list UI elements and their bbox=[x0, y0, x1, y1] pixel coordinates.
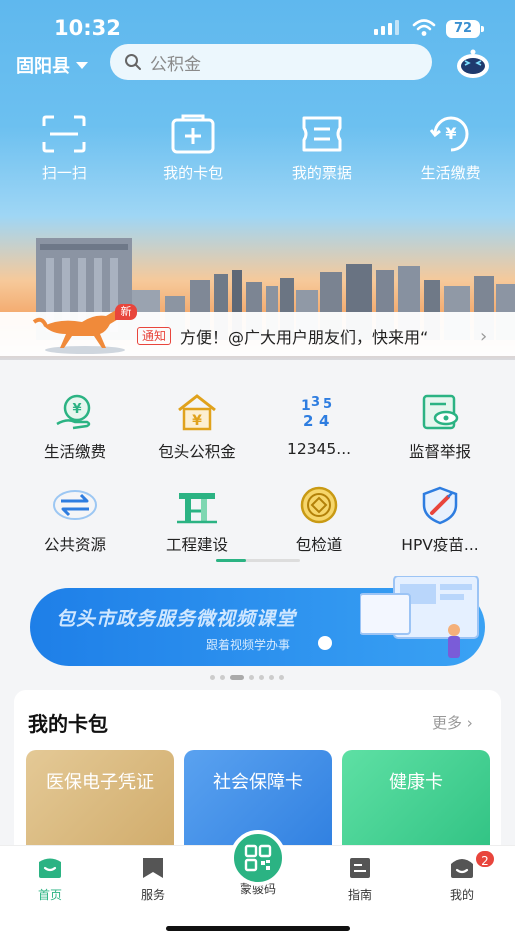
exchange-arrows-icon bbox=[53, 490, 97, 520]
service-label: 工程建设 bbox=[165, 536, 228, 554]
notice-text: 方便！@广大用户朋友们，快来用“ bbox=[180, 328, 429, 347]
card-label: 社会保障卡 bbox=[213, 772, 303, 793]
grid-page-indicator bbox=[216, 559, 300, 562]
service-label: 监督举报 bbox=[408, 443, 471, 461]
service-label: 包检道 bbox=[295, 536, 343, 554]
svg-text:¥: ¥ bbox=[445, 124, 456, 143]
tab-guide[interactable]: 指南 bbox=[320, 856, 400, 903]
svg-text:4: 4 bbox=[319, 412, 329, 430]
tab-label: 指南 bbox=[347, 888, 372, 902]
svg-text:¥: ¥ bbox=[192, 413, 202, 429]
quick-label: 我的票据 bbox=[291, 164, 352, 182]
service-label: 生活缴费 bbox=[43, 443, 106, 461]
quick-actions: 扫一扫 我的卡包 我的票据 ¥ 生活缴费 bbox=[0, 114, 515, 183]
battery-icon: 72 bbox=[446, 20, 480, 38]
card-health[interactable]: 健康卡 bbox=[342, 750, 490, 860]
service-label: 12345... bbox=[286, 440, 352, 458]
search-bar[interactable]: 公积金 bbox=[110, 44, 432, 80]
quick-card-wallet[interactable]: 我的卡包 bbox=[129, 114, 258, 183]
quick-label: 扫一扫 bbox=[41, 164, 87, 182]
qr-code-icon bbox=[244, 844, 272, 872]
service-label: HPV疫苗... bbox=[401, 536, 479, 554]
svg-text:¥: ¥ bbox=[72, 402, 81, 417]
more-label: 更多 bbox=[432, 714, 463, 732]
profile-icon bbox=[451, 859, 473, 878]
svg-text:5: 5 bbox=[323, 397, 332, 412]
receipt-icon bbox=[302, 116, 342, 152]
card-wallet-icon bbox=[171, 114, 215, 154]
service-hpv-vaccine[interactable]: HPV疫苗... bbox=[376, 485, 504, 555]
service-life-payment[interactable]: ¥ 生活缴费 bbox=[11, 392, 139, 462]
guide-doc-icon bbox=[350, 858, 370, 878]
wallet-more-link[interactable]: 更多 › bbox=[432, 712, 473, 733]
service-label: 包头公积金 bbox=[158, 443, 236, 461]
chevron-down-icon bbox=[76, 61, 88, 69]
search-placeholder: 公积金 bbox=[150, 54, 201, 75]
city-label: 固阳县 bbox=[16, 56, 70, 77]
procuratorate-icon bbox=[300, 486, 338, 524]
tab-label: 我的 bbox=[449, 888, 474, 902]
play-icon bbox=[318, 636, 332, 650]
service-supervision-report[interactable]: 监督举报 bbox=[376, 392, 504, 462]
search-icon bbox=[125, 54, 141, 70]
card-label: 健康卡 bbox=[389, 772, 443, 793]
payment-hand-icon: ¥ bbox=[56, 394, 91, 430]
chevron-right-icon: › bbox=[480, 326, 488, 347]
service-label: 公共资源 bbox=[43, 536, 106, 554]
tab-label: 服务 bbox=[140, 888, 165, 902]
video-course-banner[interactable]: 包头市政务服务微视频课堂 跟着视频学办事 bbox=[30, 576, 485, 666]
video-banner-title: 包头市政务服务微视频课堂 bbox=[56, 608, 297, 630]
wifi-icon bbox=[412, 19, 436, 36]
service-12345-hotline[interactable]: 1 3 5 2 4 12345... bbox=[255, 392, 383, 458]
service-housing-fund[interactable]: ¥ 包头公积金 bbox=[133, 392, 261, 462]
report-eye-icon bbox=[422, 394, 459, 430]
city-selector[interactable]: 固阳县 bbox=[16, 52, 88, 78]
vaccine-shield-icon bbox=[422, 486, 458, 525]
scan-icon bbox=[42, 115, 86, 153]
service-construction[interactable]: 工程建设 bbox=[133, 485, 261, 555]
tab-home[interactable]: 首页 bbox=[10, 856, 90, 903]
quick-label: 生活缴费 bbox=[420, 164, 481, 182]
home-icon bbox=[39, 858, 61, 878]
bookmark-icon bbox=[143, 858, 163, 878]
service-procuratorate[interactable]: 包检道 bbox=[255, 485, 383, 555]
house-yuan-icon: ¥ bbox=[178, 394, 216, 431]
wallet-title: 我的卡包 bbox=[28, 712, 108, 736]
notification-badge: 2 bbox=[474, 849, 496, 869]
status-bar: 10:32 72 bbox=[0, 14, 515, 44]
tab-services[interactable]: 服务 bbox=[113, 856, 193, 903]
hotline-12345-icon: 1 3 5 2 4 bbox=[301, 395, 332, 430]
service-public-resources[interactable]: 公共资源 bbox=[11, 485, 139, 555]
card-medical-insurance[interactable]: 医保电子凭证 bbox=[26, 750, 174, 860]
yuan-payment-icon: ¥ bbox=[429, 116, 469, 152]
signal-icon bbox=[374, 20, 399, 35]
screen-illustration-icon bbox=[360, 576, 479, 658]
quick-scan[interactable]: 扫一扫 bbox=[0, 114, 129, 183]
qr-code-button[interactable] bbox=[230, 830, 286, 886]
card-label: 医保电子凭证 bbox=[46, 772, 154, 793]
battery-tip bbox=[481, 26, 484, 32]
quick-receipt[interactable]: 我的票据 bbox=[258, 114, 387, 183]
home-indicator bbox=[166, 926, 350, 931]
construction-icon bbox=[177, 493, 217, 524]
tab-label: 首页 bbox=[37, 888, 62, 902]
banner-page-dots bbox=[210, 675, 284, 680]
status-time: 10:32 bbox=[54, 16, 121, 40]
quick-life-payment[interactable]: ¥ 生活缴费 bbox=[386, 114, 515, 183]
video-banner-subtitle: 跟着视频学办事 bbox=[206, 638, 291, 652]
robot-assistant-icon[interactable] bbox=[455, 48, 491, 80]
quick-label: 我的卡包 bbox=[163, 164, 224, 182]
svg-text:2: 2 bbox=[303, 412, 313, 430]
svg-text:3: 3 bbox=[311, 395, 320, 410]
new-badge: 新 bbox=[115, 304, 137, 320]
notice-tag: 通知 bbox=[137, 327, 172, 345]
